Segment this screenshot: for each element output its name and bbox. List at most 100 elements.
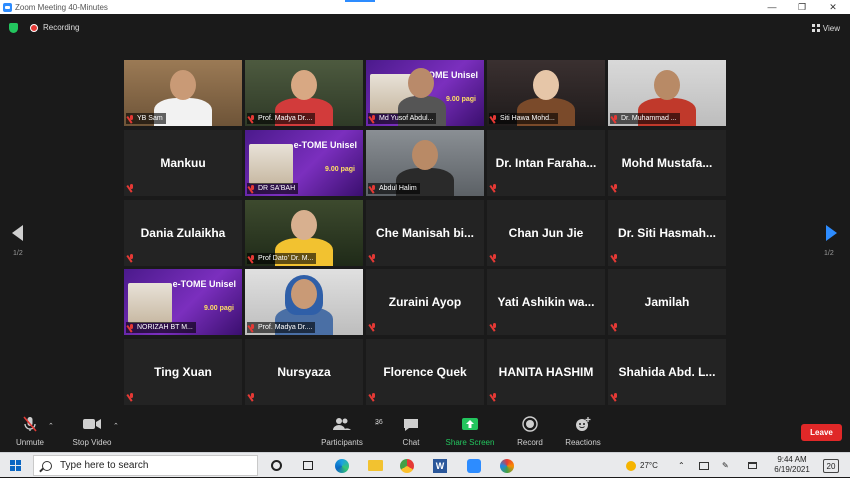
muted-mic-icon xyxy=(249,185,256,193)
participant-tile[interactable]: Prof. Madya Dr.... xyxy=(245,269,363,335)
edge-browser-icon[interactable] xyxy=(332,456,352,475)
participant-tile[interactable]: Dania Zulaikha xyxy=(124,200,242,266)
participant-name: Florence Quek xyxy=(383,365,467,379)
participant-name: NORIZAH BT M... xyxy=(137,324,193,331)
participant-tile[interactable]: Prof Dato' Dr. M... xyxy=(245,200,363,266)
muted-mic-icon xyxy=(491,184,498,192)
meeting-topbar: Recording View xyxy=(0,14,850,42)
pen-icon[interactable]: ✎ xyxy=(722,453,729,478)
chat-button[interactable]: Chat xyxy=(381,414,441,447)
participant-tile[interactable]: Zuraini Ayop xyxy=(366,269,484,335)
participant-tile[interactable]: Florence Quek xyxy=(366,339,484,405)
recording-label: Recording xyxy=(43,23,80,32)
recording-icon xyxy=(30,24,38,32)
leave-button[interactable]: Leave xyxy=(801,424,842,441)
file-explorer-icon[interactable] xyxy=(365,456,385,475)
participant-tile[interactable]: Prof. Madya Dr.... xyxy=(245,60,363,126)
notification-center-icon[interactable]: 20 xyxy=(823,459,839,473)
participant-tile[interactable]: Ting Xuan xyxy=(124,339,242,405)
participant-name: Chan Jun Jie xyxy=(508,226,584,240)
previous-page-arrow-icon[interactable] xyxy=(12,225,23,241)
security-shield-icon[interactable] xyxy=(9,23,18,33)
zoom-taskbar-icon[interactable] xyxy=(464,456,484,475)
poster-time: 9.00 pagi xyxy=(204,305,234,312)
weather-sun-icon xyxy=(626,460,636,471)
participants-icon: 36 xyxy=(333,414,383,434)
audio-options-caret-icon[interactable]: ⌃ xyxy=(48,422,54,430)
participants-button[interactable]: 36 Participants xyxy=(312,414,383,447)
word-icon[interactable]: W xyxy=(430,456,450,475)
participants-options-caret-icon[interactable]: ⌃ xyxy=(374,422,380,430)
share-screen-label: Share Screen xyxy=(445,438,495,447)
close-button[interactable]: ✕ xyxy=(819,0,847,14)
windows-start-icon[interactable] xyxy=(10,460,21,471)
participant-tile[interactable]: Che Manisah bi... xyxy=(366,200,484,266)
weather-tray[interactable]: 27°C xyxy=(626,453,658,478)
reactions-button[interactable]: Reactions xyxy=(553,414,613,447)
muted-mic-icon xyxy=(612,393,619,401)
participant-tile[interactable]: Shahida Abd. L... xyxy=(608,339,726,405)
next-page-arrow-icon[interactable] xyxy=(826,225,837,241)
paint-icon[interactable] xyxy=(497,456,517,475)
share-screen-button[interactable]: Share Screen xyxy=(440,414,500,447)
show-hidden-icons-chevron-icon[interactable]: ⌃ xyxy=(678,453,685,478)
cortana-icon[interactable] xyxy=(266,456,286,475)
chat-label: Chat xyxy=(402,438,420,447)
network-icon[interactable] xyxy=(748,453,757,478)
muted-mic-icon xyxy=(128,254,135,262)
chrome-icon[interactable] xyxy=(397,456,417,475)
page-indicator-left: 1/2 xyxy=(13,250,23,257)
participant-name: Dr. Muhammad ... xyxy=(621,115,677,122)
reactions-label: Reactions xyxy=(565,438,601,447)
video-options-caret-icon[interactable]: ⌃ xyxy=(113,422,119,430)
participant-tile[interactable]: Mankuu xyxy=(124,130,242,196)
share-screen-icon xyxy=(461,414,479,434)
participant-tile[interactable]: Mohd Mustafa... xyxy=(608,130,726,196)
participant-name: Prof. Madya Dr.... xyxy=(258,115,313,122)
participant-name: YB Sam xyxy=(137,115,163,122)
participant-tile[interactable]: Jamilah xyxy=(608,269,726,335)
participant-name-label: NORIZAH BT M... xyxy=(126,322,196,333)
poster-title: e-TOME Unisel xyxy=(293,140,357,150)
view-label: View xyxy=(822,23,840,33)
participant-tile[interactable]: Dr. Siti Hasmah... xyxy=(608,200,726,266)
participant-name: Che Manisah bi... xyxy=(375,226,474,240)
participant-tile[interactable]: e-TOME Unisel 9.00 pagi NORIZAH BT M... xyxy=(124,269,242,335)
participant-name-label: YB Sam xyxy=(126,113,166,124)
task-view-icon[interactable] xyxy=(298,456,318,475)
view-button[interactable]: View xyxy=(811,21,840,35)
participant-name-label: Prof. Madya Dr.... xyxy=(247,322,316,333)
participant-tile[interactable]: Abdul Halim xyxy=(366,130,484,196)
taskbar-clock[interactable]: 9:44 AM 6/19/2021 xyxy=(768,455,816,475)
participant-tile[interactable]: Dr. Muhammad ... xyxy=(608,60,726,126)
participant-tile[interactable]: Siti Hawa Mohd... xyxy=(487,60,605,126)
stop-video-button[interactable]: Stop Video xyxy=(62,414,122,447)
participant-name: Ting Xuan xyxy=(154,365,212,379)
unmute-button[interactable]: Unmute xyxy=(0,414,60,447)
minimize-button[interactable]: — xyxy=(758,0,786,14)
participant-tile[interactable]: Dr. Intan Faraha... xyxy=(487,130,605,196)
muted-mic-icon xyxy=(491,115,498,123)
participant-name: HANITA HASHIM xyxy=(498,365,594,379)
maximize-button[interactable]: ❐ xyxy=(788,0,816,14)
participant-name: Zuraini Ayop xyxy=(388,295,462,309)
temperature: 27°C xyxy=(640,461,658,470)
participant-tile[interactable]: HANITA HASHIM xyxy=(487,339,605,405)
participant-tile[interactable]: Yati Ashikin wa... xyxy=(487,269,605,335)
record-button[interactable]: Record xyxy=(500,414,560,447)
participant-tile[interactable]: e-TOME Unisel 9.00 pagi DR SA'BAH xyxy=(245,130,363,196)
window-title: Zoom Meeting 40-Minutes xyxy=(15,2,108,12)
participant-tile[interactable]: YB Sam xyxy=(124,60,242,126)
participant-tile[interactable]: Chan Jun Jie xyxy=(487,200,605,266)
tray-app-icon[interactable] xyxy=(699,453,709,478)
participant-tile[interactable]: Nursyaza xyxy=(245,339,363,405)
participant-tile[interactable]: e-TOME Unisel 9.00 pagi Md Yusof Abdul... xyxy=(366,60,484,126)
muted-mic-icon xyxy=(128,115,135,123)
taskbar-search-box[interactable]: Type here to search xyxy=(33,455,258,476)
participant-name: Dr. Intan Faraha... xyxy=(495,156,597,170)
participant-name-label: Md Yusof Abdul... xyxy=(368,113,437,124)
gallery-grid: YB Sam Prof. Madya Dr.... e-TOME Unisel 9.0… xyxy=(124,60,726,405)
unmute-label: Unmute xyxy=(15,438,44,447)
muted-mic-icon xyxy=(491,323,498,331)
participant-name: Md Yusof Abdul... xyxy=(379,115,434,122)
